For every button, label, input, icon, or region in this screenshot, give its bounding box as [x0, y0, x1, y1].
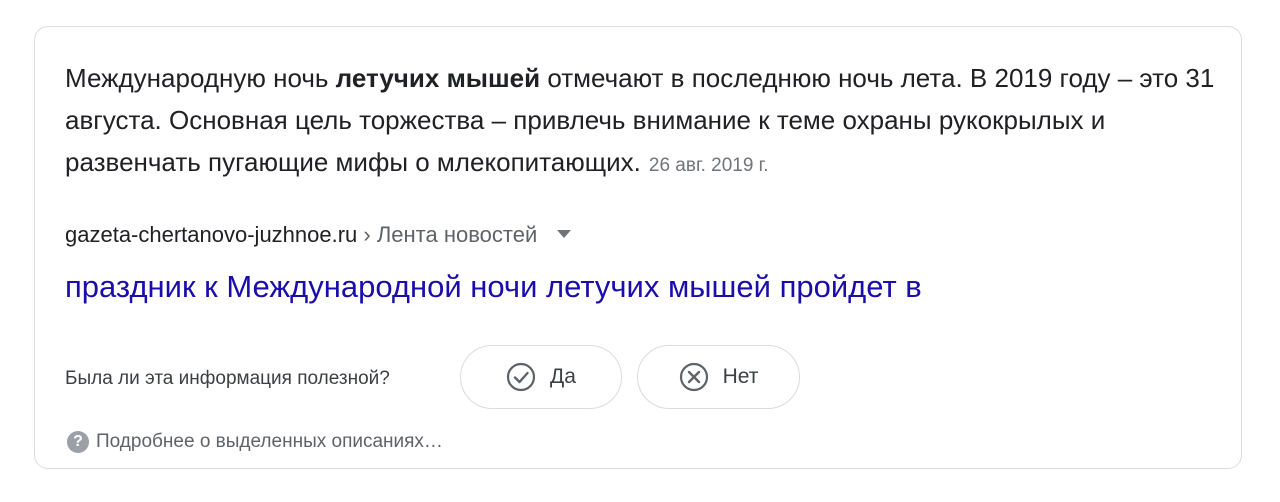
snippet-text-part1: Международную ночь: [65, 63, 336, 93]
feedback-yes-button[interactable]: Да: [460, 345, 622, 409]
feedback-question: Была ли эта информация полезной?: [65, 368, 390, 389]
check-circle-icon: [506, 362, 536, 392]
featured-snippets-info-label: Подробнее о выделенных описаниях…: [96, 431, 443, 452]
breadcrumb: Лента новостей: [376, 222, 538, 247]
source-line: gazeta-chertanovo-juzhnoe.ru › Лента нов…: [65, 219, 572, 251]
feedback-yes-label: Да: [550, 365, 576, 388]
snippet-date: 26 авг. 2019 г.: [648, 155, 769, 176]
breadcrumb-separator: ›: [357, 222, 377, 247]
source-domain: gazeta-chertanovo-juzhnoe.ru: [65, 222, 358, 247]
featured-snippets-info-link[interactable]: ? Подробнее о выделенных описаниях…: [67, 428, 443, 456]
featured-snippet-card: Международную ночь летучих мышей отмечаю…: [34, 26, 1242, 469]
feedback-no-button[interactable]: Нет: [637, 345, 800, 409]
feedback-no-label: Нет: [722, 365, 759, 388]
dropdown-caret-icon[interactable]: [557, 230, 572, 239]
question-circle-icon: ?: [67, 431, 89, 453]
snippet-text: Международную ночь летучих мышей отмечаю…: [65, 57, 1215, 187]
snippet-highlight: летучих мышей: [335, 63, 541, 93]
result-title-link[interactable]: праздник к Международной ночи летучих мы…: [65, 263, 922, 311]
x-circle-icon: [679, 362, 708, 392]
